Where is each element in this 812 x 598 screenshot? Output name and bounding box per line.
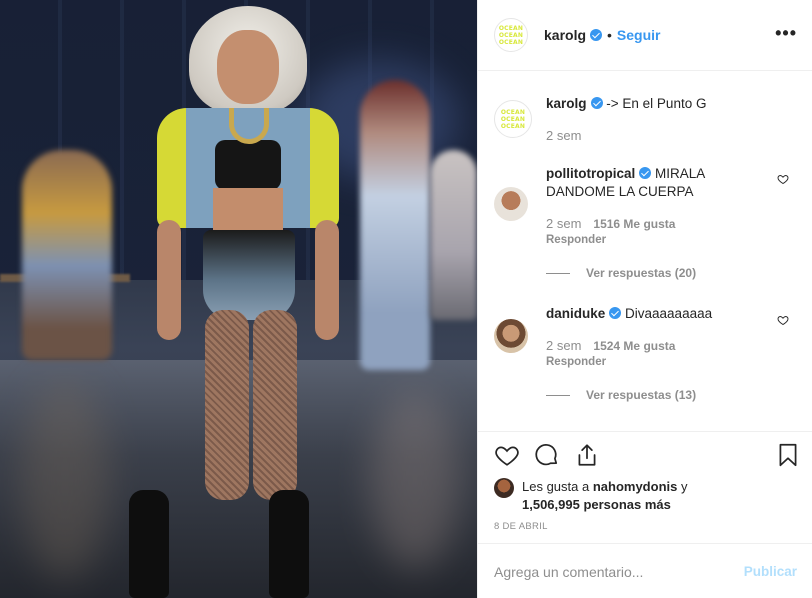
post-actions: Les gusta a nahomydonis y 1,506,995 pers…: [478, 432, 812, 544]
subject-leg: [253, 310, 297, 500]
verified-badge-icon: [609, 307, 622, 319]
likes-prefix: Les gusta a: [522, 479, 590, 494]
reply-button[interactable]: Responder: [546, 234, 606, 246]
comment-time[interactable]: 2 sem: [546, 216, 581, 231]
separator-dot: •: [607, 27, 612, 43]
verified-badge-icon: [590, 97, 603, 109]
photo-reflection: [370, 390, 460, 570]
caption-body: karolg -> En el Punto G: [546, 95, 776, 113]
reply-button[interactable]: Responder: [546, 356, 606, 368]
replies-divider: [546, 394, 570, 396]
view-replies-label: Ver respuestas (13): [586, 388, 697, 402]
comment-icon[interactable]: [534, 442, 560, 468]
comment-meta: 2 sem 1516 Me gusta: [546, 216, 675, 231]
avatar-logo-text: OCEAN: [498, 38, 524, 46]
author-username[interactable]: karolg: [544, 27, 586, 43]
avatar-logo-text: OCEAN: [500, 122, 526, 130]
caption-meta: 2 sem: [546, 128, 581, 143]
comment-text: Divaaaaaaaaa: [625, 306, 713, 321]
view-replies-button[interactable]: Ver respuestas (13): [546, 388, 696, 402]
post-date[interactable]: 8 DE ABRIL: [494, 521, 548, 532]
comment-username[interactable]: daniduke: [546, 306, 605, 321]
caption-time[interactable]: 2 sem: [546, 128, 581, 143]
subject-torso: [213, 188, 283, 234]
subject-leg: [205, 310, 249, 500]
subject-top: [215, 140, 281, 190]
post-header: OCEAN OCEAN OCEAN karolg • Seguir •••: [478, 0, 812, 71]
post-photo[interactable]: [0, 0, 477, 598]
liker-username[interactable]: nahomydonis: [593, 479, 678, 494]
background-dancer: [430, 150, 477, 320]
comment-like-heart-icon[interactable]: [777, 314, 789, 326]
comment-time[interactable]: 2 sem: [546, 338, 581, 353]
comment-likes[interactable]: 1524 Me gusta: [593, 339, 675, 353]
subject-face: [217, 30, 279, 104]
likes-summary: Les gusta a nahomydonis y 1,506,995 pers…: [494, 478, 794, 514]
replies-divider: [546, 272, 570, 274]
comments-list[interactable]: OCEAN OCEAN OCEAN karolg -> En el Punto …: [478, 72, 812, 432]
subject-arm: [157, 220, 181, 340]
liker-avatar[interactable]: [494, 478, 514, 498]
comment-likes[interactable]: 1516 Me gusta: [593, 217, 675, 231]
avatar-logo-text: OCEAN: [498, 31, 524, 39]
background-dancer: [360, 80, 430, 370]
likes-text: Les gusta a nahomydonis y 1,506,995 pers…: [522, 478, 687, 514]
subject-shorts: [203, 230, 295, 320]
view-replies-button[interactable]: Ver respuestas (20): [546, 266, 696, 280]
view-replies-label: Ver respuestas (20): [586, 266, 697, 280]
bookmark-icon[interactable]: [775, 442, 801, 468]
subject-arm: [315, 220, 339, 340]
caption-username[interactable]: karolg: [546, 96, 587, 111]
comment-username[interactable]: pollitotropical: [546, 166, 635, 181]
heart-icon[interactable]: [494, 442, 520, 468]
author-avatar[interactable]: OCEAN OCEAN OCEAN: [494, 18, 528, 52]
subject-boot: [129, 490, 169, 598]
likes-count[interactable]: 1,506,995 personas más: [522, 497, 671, 512]
background-dancer: [22, 150, 112, 360]
main-subject: [125, 0, 365, 598]
likes-connector: y: [680, 479, 688, 494]
post-sidebar: OCEAN OCEAN OCEAN karolg • Seguir ••• OC…: [477, 0, 812, 598]
avatar-logo-text: OCEAN: [500, 115, 526, 123]
comment-body: daniduke Divaaaaaaaaa: [546, 305, 776, 323]
subject-boot: [269, 490, 309, 598]
add-comment-form: Publicar: [478, 545, 812, 598]
commenter-avatar[interactable]: [494, 187, 528, 221]
comment-meta: 2 sem 1524 Me gusta: [546, 338, 675, 353]
avatar-logo-text: OCEAN: [500, 108, 526, 116]
comment-like-heart-icon[interactable]: [777, 173, 789, 185]
verified-badge-icon: [639, 167, 652, 179]
share-icon[interactable]: [574, 442, 600, 468]
publish-button[interactable]: Publicar: [744, 564, 797, 579]
commenter-avatar[interactable]: [494, 319, 528, 353]
follow-button[interactable]: Seguir: [617, 27, 661, 43]
avatar-logo-text: OCEAN: [498, 24, 524, 32]
more-options-icon[interactable]: •••: [775, 24, 797, 42]
verified-badge-icon: [590, 29, 603, 41]
photo-reflection: [20, 380, 110, 580]
caption-avatar[interactable]: OCEAN OCEAN OCEAN: [494, 100, 532, 138]
comment-input[interactable]: [494, 563, 744, 580]
caption-text: -> En el Punto G: [606, 96, 707, 111]
comment-body: pollitotropical MIRALA DANDOME LA CUERPA: [546, 165, 776, 201]
